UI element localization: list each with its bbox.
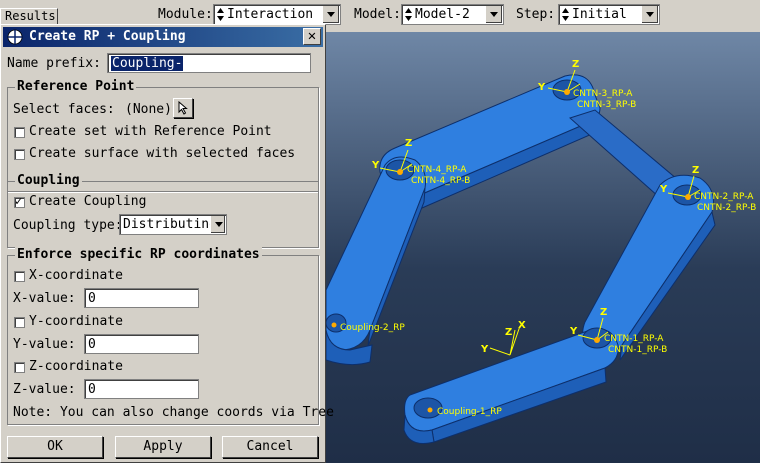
name-prefix-input[interactable]: Coupling-	[107, 53, 311, 73]
axis-y-label: Y	[537, 82, 546, 93]
select-faces-label: Select faces:	[13, 102, 115, 117]
select-faces-button[interactable]	[173, 98, 193, 118]
z-value-input[interactable]: 0	[84, 379, 199, 399]
axis-z-label: Z	[572, 59, 579, 70]
spin-arrows-icon	[217, 8, 224, 21]
cancel-button[interactable]: Cancel	[222, 436, 318, 458]
module-combo[interactable]: Interaction	[213, 4, 341, 25]
axis-y-label: Y	[371, 160, 380, 171]
results-tab-label: Results	[5, 9, 56, 23]
close-button[interactable]: ✕	[303, 28, 321, 45]
axis-y-label: Y	[659, 184, 668, 195]
y-value-label: Y-value:	[13, 337, 76, 352]
chevron-down-icon[interactable]	[210, 216, 225, 233]
app-logo-icon	[7, 29, 23, 45]
step-combo[interactable]: Initial	[558, 4, 660, 25]
y-coordinate-checkbox[interactable]	[14, 317, 25, 328]
label-coupling2: Coupling-2_RP	[340, 323, 405, 333]
chevron-down-icon[interactable]	[641, 6, 658, 23]
axis-z-label: Z	[692, 165, 699, 176]
z-coordinate-label: Z-coordinate	[29, 359, 123, 374]
enforce-title: Enforce specific RP coordinates	[15, 247, 262, 262]
x-value-input[interactable]: 0	[84, 288, 199, 308]
ok-button[interactable]: OK	[7, 436, 103, 458]
axis-x-label: X	[518, 320, 526, 331]
model-combo[interactable]: Model-2	[401, 4, 504, 25]
x-coordinate-label: X-coordinate	[29, 268, 123, 283]
name-prefix-value: Coupling-	[111, 56, 184, 71]
spin-arrows-icon	[405, 8, 412, 21]
close-icon: ✕	[307, 28, 317, 44]
create-rp-coupling-dialog: Create RP + Coupling ✕ Name prefix: Coup…	[0, 24, 334, 463]
coupling-type-value: Distributing	[123, 217, 217, 232]
y-coordinate-label: Y-coordinate	[29, 314, 123, 329]
model-label: Model:	[354, 7, 401, 22]
x-coordinate-checkbox[interactable]	[14, 271, 25, 282]
label-cntn4b: CNTN-4_RP-B	[411, 176, 470, 186]
name-prefix-label: Name prefix:	[7, 56, 101, 71]
coupling-type-select[interactable]: Distributing	[119, 214, 227, 235]
label-cntn1a: CNTN-1_RP-A	[604, 334, 664, 344]
label-cntn2a: CNTN-2_RP-A	[694, 192, 754, 202]
create-coupling-checkbox[interactable]	[14, 194, 25, 208]
y-value: 0	[88, 337, 96, 352]
label-cntn1b: CNTN-1_RP-B	[608, 345, 667, 355]
coupling-title: Coupling	[15, 173, 82, 188]
create-surface-label: Create surface with selected faces	[29, 146, 296, 161]
axis-y-label: Y	[569, 326, 578, 337]
x-value: 0	[88, 291, 96, 306]
spin-arrows-icon	[562, 8, 569, 21]
dialog-title: Create RP + Coupling	[29, 29, 186, 44]
axis-z-label: Z	[600, 307, 607, 318]
chevron-down-icon[interactable]	[485, 6, 502, 23]
label-cntn3a: CNTN-3_RP-A	[573, 89, 633, 99]
z-value: 0	[88, 382, 96, 397]
chevron-down-icon[interactable]	[322, 6, 339, 23]
create-set-checkbox[interactable]	[14, 127, 25, 138]
label-coupling1: Coupling-1_RP	[437, 407, 502, 417]
apply-button[interactable]: Apply	[115, 436, 211, 458]
assembly-drawing: Z Y Z Y Z Y Z Y Z X Y CNTN-3_RP-A CNTN-3…	[326, 59, 756, 444]
model-value: Model-2	[415, 7, 470, 22]
module-label: Module:	[158, 7, 213, 22]
y-value-input[interactable]: 0	[84, 334, 199, 354]
label-cntn2b: CNTN-2_RP-B	[697, 203, 756, 213]
select-faces-value: (None)	[125, 102, 172, 117]
model-viewport[interactable]: Z Y Z Y Z Y Z Y Z X Y CNTN-3_RP-A CNTN-3…	[326, 32, 760, 463]
step-label: Step:	[516, 7, 556, 22]
axis-y-label: Y	[480, 344, 489, 355]
axis-z-label: Z	[405, 138, 412, 149]
coupling-type-label: Coupling type:	[13, 218, 123, 233]
create-coupling-label: Create Coupling	[29, 194, 147, 209]
dialog-titlebar[interactable]: Create RP + Coupling ✕	[3, 27, 323, 47]
create-surface-checkbox[interactable]	[14, 149, 25, 160]
step-value: Initial	[572, 7, 627, 22]
create-set-label: Create set with Reference Point	[29, 124, 272, 139]
x-value-label: X-value:	[13, 291, 76, 306]
z-value-label: Z-value:	[13, 382, 76, 397]
module-value: Interaction	[227, 7, 314, 22]
note-text: Note: You can also change coords via Tre…	[13, 405, 334, 420]
reference-point-title: Reference Point	[15, 79, 137, 94]
pointer-arrow-icon	[178, 100, 188, 115]
label-cntn4a: CNTN-4_RP-A	[407, 165, 467, 175]
label-cntn3b: CNTN-3_RP-B	[577, 100, 636, 110]
z-coordinate-checkbox[interactable]	[14, 362, 25, 373]
axis-z-label: Z	[505, 327, 512, 338]
